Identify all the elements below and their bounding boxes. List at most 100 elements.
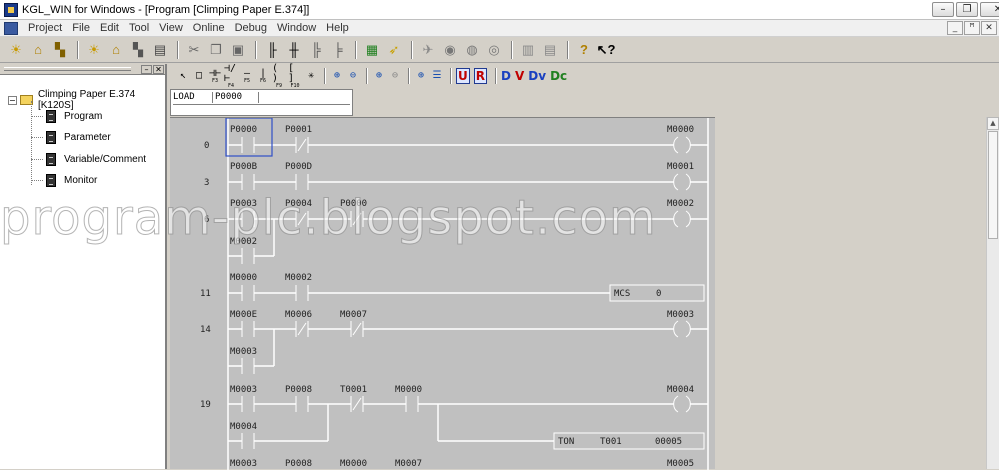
device-variable-label[interactable]: Dv <box>528 69 546 83</box>
scrollbar-thumb[interactable] <box>988 131 998 239</box>
open-program-icon[interactable]: ⌂ <box>106 40 126 60</box>
normally-open-contact-icon[interactable]: ⊣⊢ F3 <box>208 67 222 85</box>
pause-icon[interactable]: ◎ <box>484 40 504 60</box>
tree-item-variable-comment[interactable]: Variable/Comment <box>31 153 146 166</box>
contact-no[interactable] <box>241 321 255 337</box>
align-icon[interactable]: ☰ <box>430 67 444 85</box>
pane-grip[interactable] <box>4 67 131 71</box>
zoom-out-alt-icon[interactable]: ⊖ <box>388 67 402 85</box>
zoom-fit-icon[interactable]: ⊕ <box>414 67 428 85</box>
horizontal-line-icon[interactable]: — F5 <box>240 67 254 85</box>
connect-icon[interactable]: ✈ <box>418 40 438 60</box>
contact-no[interactable] <box>405 396 419 412</box>
comment-icon[interactable]: ╞ <box>328 40 348 60</box>
contact-nc[interactable] <box>295 137 309 153</box>
context-help-icon[interactable]: ↖? <box>596 40 616 60</box>
save-project-icon[interactable]: ▚ <box>50 40 70 60</box>
doc-minimize-button[interactable]: _ <box>947 21 963 35</box>
normally-closed-contact-icon[interactable]: ⊣/⊢ F4 <box>224 63 238 88</box>
instruction-name: TON <box>558 437 574 447</box>
restore-button[interactable]: ❐ <box>956 2 978 17</box>
ladder-view-icon[interactable]: ╟ <box>262 40 282 60</box>
copy-icon[interactable]: ❐ <box>206 40 226 60</box>
step-number: 3 <box>204 178 209 188</box>
doc-close-button[interactable]: ✕ <box>981 21 997 35</box>
tree-item-parameter[interactable]: Parameter <box>31 131 111 144</box>
contact-no[interactable] <box>241 137 255 153</box>
close-button[interactable]: ✕ <box>980 2 999 17</box>
undo-label[interactable]: U <box>456 68 470 84</box>
zoom-out-icon[interactable]: ⊖ <box>346 67 360 85</box>
open-project-icon[interactable]: ⌂ <box>28 40 48 60</box>
zoom-in-icon[interactable]: ⊕ <box>330 67 344 85</box>
menu-project[interactable]: Project <box>23 22 67 34</box>
cut-icon[interactable]: ✂ <box>184 40 204 60</box>
run-icon[interactable]: ◉ <box>440 40 460 60</box>
pane-restore-button[interactable]: – <box>141 65 152 74</box>
contact-no[interactable] <box>241 358 255 374</box>
select-tool-icon[interactable]: ↖ <box>176 67 190 85</box>
zoom-in-alt-icon[interactable]: ⊕ <box>372 67 386 85</box>
window-controls: – ❐ ✕ <box>932 2 999 17</box>
variable-label[interactable]: V <box>515 69 524 83</box>
output-coil-icon[interactable]: ( ) F9 <box>272 63 286 88</box>
redo-label[interactable]: R <box>473 68 487 84</box>
menu-online[interactable]: Online <box>188 22 230 34</box>
menu-file[interactable]: File <box>67 22 95 34</box>
operand-field[interactable]: P0000 <box>215 92 259 103</box>
contact-no[interactable] <box>241 396 255 412</box>
contact-no[interactable] <box>241 433 255 449</box>
output-coil[interactable] <box>673 320 691 338</box>
reset-icon[interactable]: ▤ <box>540 40 560 60</box>
function-block-icon[interactable]: [ ] F10 <box>288 63 302 88</box>
instruction-field[interactable]: LOAD <box>173 92 213 103</box>
menu-edit[interactable]: Edit <box>95 22 124 34</box>
print-icon[interactable]: ▤ <box>150 40 170 60</box>
help-icon[interactable]: ? <box>574 40 594 60</box>
contact-no[interactable] <box>241 174 255 190</box>
contact-no[interactable] <box>295 285 309 301</box>
box-select-tool-icon[interactable]: □ <box>192 67 206 85</box>
contact-no[interactable] <box>295 396 309 412</box>
output-coil[interactable] <box>673 395 691 413</box>
contact-nc[interactable] <box>350 321 364 337</box>
special-instruction-icon[interactable]: ✳ <box>304 67 318 85</box>
tree-item-monitor[interactable]: Monitor <box>31 174 97 187</box>
collapse-icon[interactable]: − <box>8 95 17 105</box>
save-program-icon[interactable]: ▚ <box>128 40 148 60</box>
contact-no[interactable] <box>241 248 255 264</box>
contact-no[interactable] <box>241 285 255 301</box>
device-label[interactable]: D <box>501 69 511 83</box>
compile-icon[interactable]: ▦ <box>362 40 382 60</box>
vertical-line-icon[interactable]: | F6 <box>256 67 270 85</box>
monitor-icon[interactable]: ▥ <box>518 40 538 60</box>
new-program-icon[interactable]: ☀ <box>84 40 104 60</box>
minimize-button[interactable]: – <box>932 2 954 17</box>
contact-no[interactable] <box>295 174 309 190</box>
menu-tool[interactable]: Tool <box>124 22 154 34</box>
stop-icon[interactable]: ◍ <box>462 40 482 60</box>
document-icon[interactable] <box>4 21 18 35</box>
paste-icon[interactable]: ▣ <box>228 40 248 60</box>
contact-nc[interactable] <box>350 396 364 412</box>
variable-icon[interactable]: ╠ <box>306 40 326 60</box>
menu-window[interactable]: Window <box>272 22 321 34</box>
output-coil[interactable] <box>673 136 691 154</box>
contact-label: P000B <box>230 162 257 172</box>
device-comment-label[interactable]: Dc <box>550 69 567 83</box>
tree-item-program[interactable]: Program <box>31 110 102 123</box>
menu-debug[interactable]: Debug <box>230 22 272 34</box>
vertical-scrollbar[interactable]: ▲ <box>986 117 999 469</box>
output-coil[interactable] <box>673 173 691 191</box>
doc-restore-button[interactable]: ꟸ <box>964 21 980 35</box>
new-project-icon[interactable]: ☀ <box>6 40 26 60</box>
menu-view[interactable]: View <box>154 22 188 34</box>
menu-help[interactable]: Help <box>321 22 354 34</box>
download-icon[interactable]: ➶ <box>384 40 404 60</box>
instruction-input[interactable]: LOAD P0000 <box>170 89 353 116</box>
contact-nc[interactable] <box>295 321 309 337</box>
scroll-up-button[interactable]: ▲ <box>987 117 999 130</box>
pane-close-button[interactable]: ✕ <box>153 65 164 74</box>
instruction-list-icon[interactable]: ╫ <box>284 40 304 60</box>
ladder-diagram[interactable]: 0 P0000 P0001 M0000 3 P000B P000D M0001 … <box>170 117 715 470</box>
